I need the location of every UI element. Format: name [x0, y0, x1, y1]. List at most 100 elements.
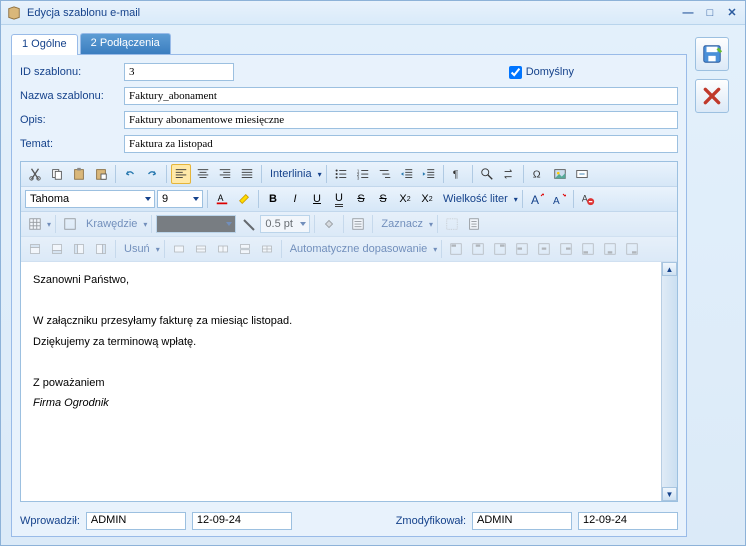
font-size-select[interactable]: 9	[157, 190, 203, 208]
insert-row-below-icon[interactable]	[47, 239, 67, 259]
input-name[interactable]	[124, 87, 678, 105]
line-spacing-dropdown[interactable]: Interlinia	[266, 168, 316, 180]
subscript-icon[interactable]: X2	[417, 189, 437, 209]
align-bc-icon[interactable]	[600, 239, 620, 259]
cut-icon[interactable]	[25, 164, 45, 184]
align-tl-icon[interactable]	[446, 239, 466, 259]
body-text: Firma Ogrodnik	[33, 395, 649, 412]
table-icon[interactable]	[25, 214, 45, 234]
tab-panel-general: ID szablonu: Domyślny Nazwa szablonu: Op…	[11, 55, 687, 537]
save-icon	[701, 43, 723, 65]
align-mc-icon[interactable]	[534, 239, 554, 259]
maximize-button[interactable]: □	[703, 6, 717, 20]
close-button[interactable]: ✕	[725, 6, 739, 20]
insert-row-above-icon[interactable]	[25, 239, 45, 259]
insert-col-left-icon[interactable]	[69, 239, 89, 259]
copy-icon[interactable]	[47, 164, 67, 184]
numbering-icon[interactable]: 123	[353, 164, 373, 184]
line-style-select[interactable]	[156, 215, 236, 233]
scroll-up-icon[interactable]: ▲	[662, 262, 677, 276]
body-text: W załączniku przesyłamy fakturę za miesi…	[33, 313, 649, 330]
insert-col-right-icon[interactable]	[91, 239, 111, 259]
vertical-scrollbar[interactable]: ▲ ▼	[661, 262, 677, 501]
save-button[interactable]	[695, 37, 729, 71]
clear-format-icon[interactable]: A	[578, 189, 598, 209]
align-mr-icon[interactable]	[556, 239, 576, 259]
svg-text:¶: ¶	[452, 169, 458, 181]
fill-color-icon[interactable]	[319, 214, 339, 234]
double-strike-icon[interactable]: S	[373, 189, 393, 209]
redo-icon[interactable]	[142, 164, 162, 184]
autofit-dropdown[interactable]: Automatyczne dopasowanie	[286, 243, 432, 255]
image-icon[interactable]	[550, 164, 570, 184]
line-color-icon[interactable]	[238, 214, 258, 234]
double-underline-icon[interactable]: U	[329, 189, 349, 209]
align-justify-icon[interactable]	[237, 164, 257, 184]
label-name: Nazwa szablonu:	[20, 90, 120, 102]
bold-icon[interactable]: B	[263, 189, 283, 209]
align-tc-icon[interactable]	[468, 239, 488, 259]
align-br-icon[interactable]	[622, 239, 642, 259]
font-color-icon[interactable]: A	[212, 189, 232, 209]
cancel-button[interactable]	[695, 79, 729, 113]
merge-across-icon[interactable]	[191, 239, 211, 259]
delete-dropdown[interactable]: Usuń	[120, 243, 154, 255]
input-subject[interactable]	[124, 135, 678, 153]
align-left-icon[interactable]	[171, 164, 191, 184]
body-text: Z poważaniem	[33, 375, 649, 392]
cell-align-icon[interactable]	[348, 214, 368, 234]
find-icon[interactable]	[477, 164, 497, 184]
tab-general[interactable]: 1 Ogólne	[11, 34, 78, 55]
align-bl-icon[interactable]	[578, 239, 598, 259]
input-id[interactable]	[124, 63, 234, 81]
split-icon[interactable]	[213, 239, 233, 259]
split-cells-icon[interactable]	[257, 239, 277, 259]
paste-icon[interactable]	[69, 164, 89, 184]
paragraph-icon[interactable]: ¶	[448, 164, 468, 184]
strike-icon[interactable]: S	[351, 189, 371, 209]
grow-font-icon[interactable]: A	[527, 189, 547, 209]
multilevel-icon[interactable]	[375, 164, 395, 184]
gridlines-icon[interactable]	[442, 214, 462, 234]
superscript-icon[interactable]: X2	[395, 189, 415, 209]
align-center-icon[interactable]	[193, 164, 213, 184]
label-default: Domyślny	[526, 66, 574, 78]
replace-icon[interactable]	[499, 164, 519, 184]
titlebar[interactable]: Edycja szablonu e-mail — □ ✕	[1, 1, 745, 25]
bullets-icon[interactable]	[331, 164, 351, 184]
scroll-down-icon[interactable]: ▼	[662, 487, 677, 501]
underline-icon[interactable]: U	[307, 189, 327, 209]
shrink-font-icon[interactable]: A	[549, 189, 569, 209]
editor-content-area[interactable]: Szanowni Państwo, W załączniku przesyłam…	[21, 262, 661, 501]
tab-connections[interactable]: 2 Podłączenia	[80, 33, 171, 54]
borders-icon[interactable]	[60, 214, 80, 234]
paste-special-icon[interactable]	[91, 164, 111, 184]
align-right-icon[interactable]	[215, 164, 235, 184]
select-dropdown[interactable]: Zaznacz	[377, 218, 427, 230]
input-desc[interactable]	[124, 111, 678, 129]
label-modified: Zmodyfikował:	[396, 515, 466, 527]
align-tr-icon[interactable]	[490, 239, 510, 259]
svg-text:A: A	[553, 196, 560, 206]
insert-field-icon[interactable]	[572, 164, 592, 184]
highlight-icon[interactable]	[234, 189, 254, 209]
properties-icon[interactable]	[464, 214, 484, 234]
split-table-icon[interactable]	[235, 239, 255, 259]
align-ml-icon[interactable]	[512, 239, 532, 259]
merge-icon[interactable]	[169, 239, 189, 259]
footer-bar: Wprowadził: ADMIN 12-09-24 Zmodyfikował:…	[20, 508, 678, 530]
undo-icon[interactable]	[120, 164, 140, 184]
value-modified-by: ADMIN	[472, 512, 572, 530]
indent-icon[interactable]	[419, 164, 439, 184]
line-weight-select[interactable]: 0.5 pt	[260, 215, 310, 233]
font-family-select[interactable]: Tahoma	[25, 190, 155, 208]
borders-dropdown[interactable]: Krawędzie	[82, 218, 141, 230]
italic-icon[interactable]: I	[285, 189, 305, 209]
svg-text:A: A	[582, 194, 588, 204]
svg-text:Ω: Ω	[532, 169, 540, 181]
outdent-icon[interactable]	[397, 164, 417, 184]
minimize-button[interactable]: —	[681, 6, 695, 20]
symbol-omega-icon[interactable]: Ω	[528, 164, 548, 184]
checkbox-default[interactable]	[509, 66, 522, 79]
case-dropdown[interactable]: Wielkość liter	[439, 193, 512, 205]
